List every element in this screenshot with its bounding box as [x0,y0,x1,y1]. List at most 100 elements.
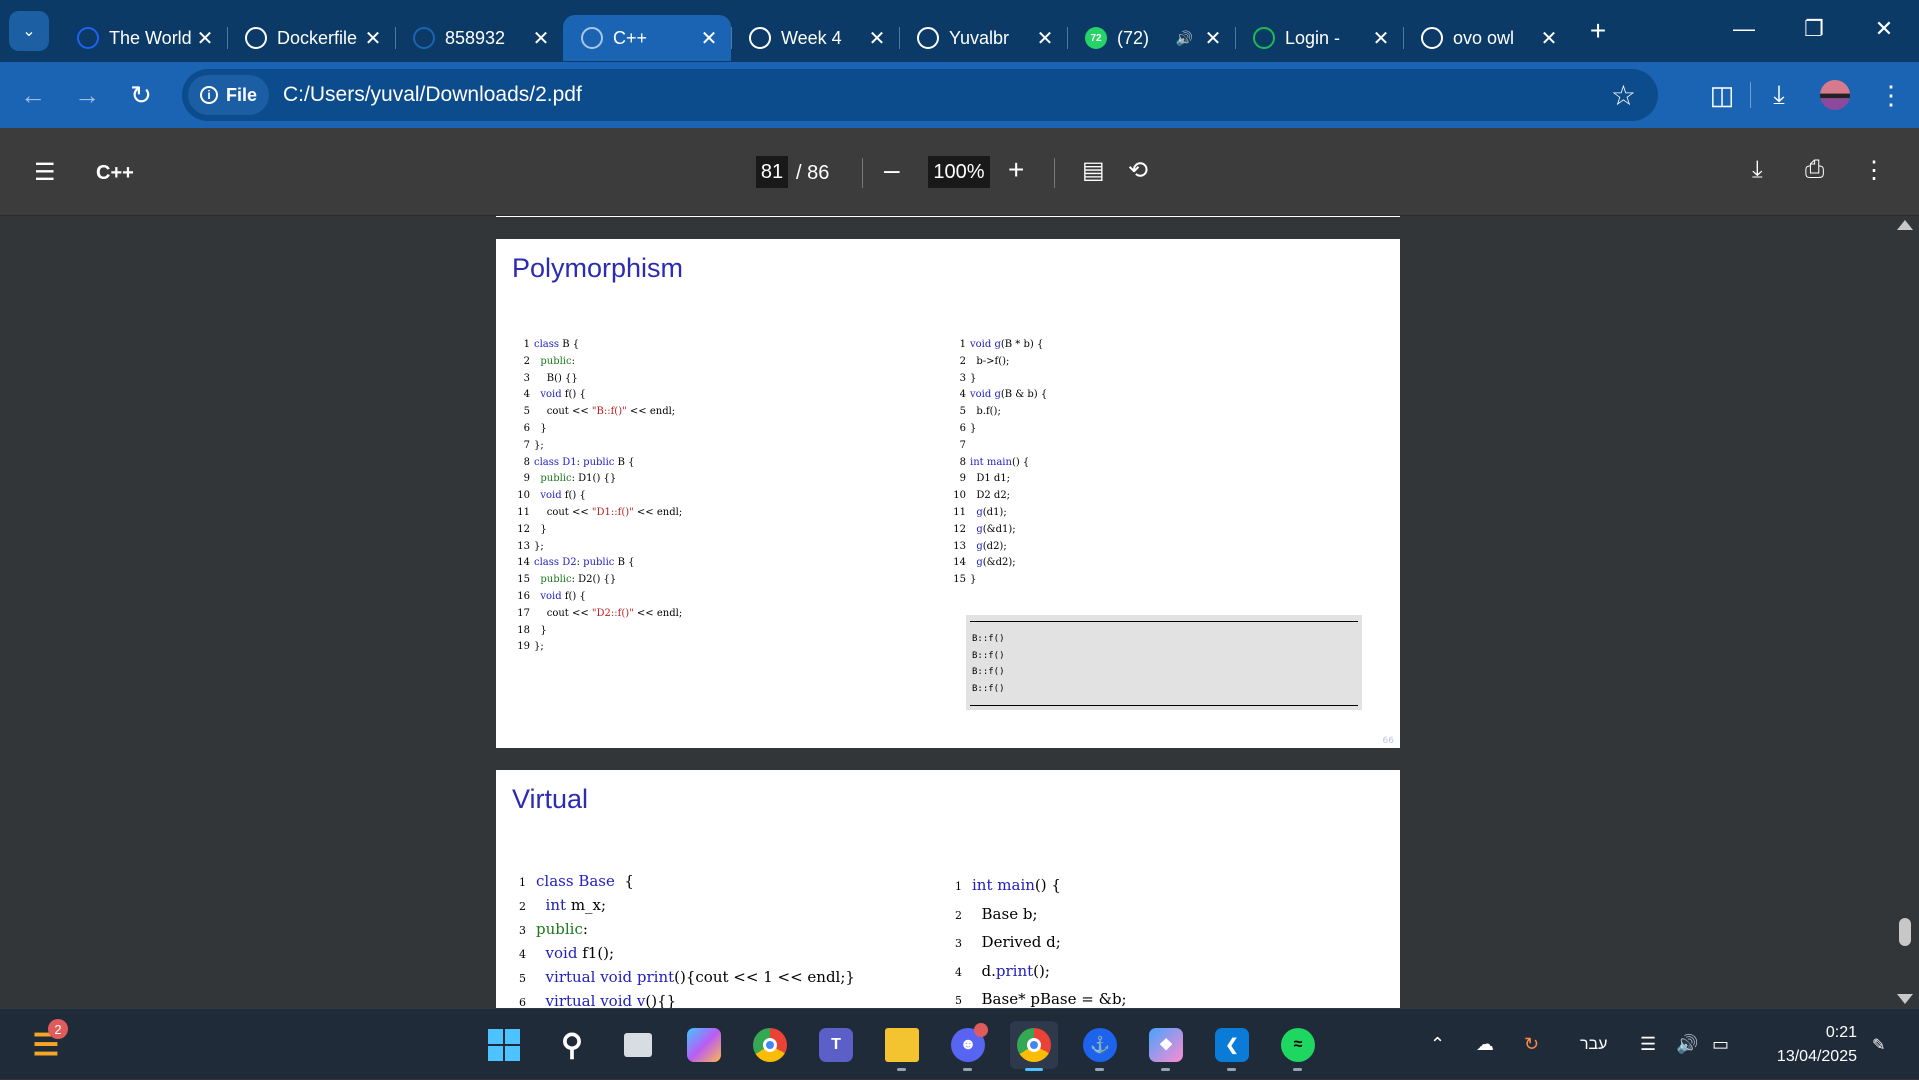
close-tab-icon[interactable]: ✕ [1371,26,1391,51]
code-text: class B { [534,339,580,350]
scroll-up-arrow-icon[interactable] [1897,220,1913,230]
discord-button[interactable]: ☻ [944,1021,992,1071]
language-indicator[interactable]: עבר [1580,1009,1607,1080]
url-text[interactable]: C:/Users/yuval/Downloads/2.pdf [283,83,582,107]
line-number: 8 [523,456,530,468]
vertical-scrollbar[interactable] [1891,216,1919,1008]
line-number: 10 [953,490,966,502]
site-info-chip[interactable]: i File [188,75,270,115]
teams-button[interactable]: T [812,1021,860,1069]
close-tab-icon[interactable]: ✕ [195,26,215,51]
browser-tab[interactable]: C++ ✕ [563,15,731,61]
rotate-icon[interactable]: ⟲ [1128,156,1148,185]
close-tab-icon[interactable]: ✕ [531,26,551,51]
line-number: 12 [953,523,966,535]
line-number: 7 [523,439,530,451]
start-button[interactable] [480,1021,528,1069]
docker-button[interactable]: ⚓ [1076,1021,1124,1071]
line-number: 4 [959,389,966,401]
code-line: 2 Base b; [952,901,1127,930]
close-window-button[interactable]: ✕ [1849,0,1919,58]
chrome-profile-button[interactable] [1010,1021,1058,1071]
wifi-icon[interactable]: ☰ [1640,1009,1656,1080]
code-text: B() {} [534,372,578,384]
browser-tab[interactable]: 858932 ✕ [395,15,563,61]
tab-search-button[interactable]: ⌄ [9,11,49,51]
line-number: 4 [955,965,962,979]
spotify-button[interactable]: ≈ [1274,1021,1322,1071]
close-tab-icon[interactable]: ✕ [699,26,719,51]
close-tab-icon[interactable]: ✕ [1035,26,1055,51]
copilot-button[interactable] [680,1021,728,1069]
browser-tab[interactable]: Dockerfile ✕ [227,15,395,61]
code-line: 6 } [516,421,682,438]
more-options-icon[interactable]: ⋮ [1862,156,1886,185]
close-tab-icon[interactable]: ✕ [363,26,383,51]
battery-icon[interactable]: ▭ [1712,1009,1729,1080]
download-icon[interactable]: ⤓ [1752,156,1763,184]
bookmark-star-icon[interactable]: ☆ [1611,79,1636,112]
code-line: 9 public: D1() {} [516,471,682,488]
hamburger-menu-icon[interactable]: ☰ [34,158,56,187]
toolbar-divider [862,158,863,188]
browser-menu-icon[interactable]: ⋮ [1863,68,1919,122]
pdf-viewer[interactable]: Polymorphism 1 class B {2 public: 3 B() {}… [0,216,1919,1008]
line-number: 5 [523,406,530,418]
minimize-button[interactable]: — [1709,0,1779,58]
file-explorer-button[interactable] [878,1021,926,1071]
show-hidden-icons-button[interactable]: ⌃ [1430,1009,1445,1080]
speaker-icon[interactable]: 🔊 [1176,30,1193,47]
volume-icon[interactable]: 🔊 [1676,1009,1698,1080]
zoom-in-button[interactable]: + [1008,154,1024,186]
browser-tab[interactable]: Week 4 ✕ [731,15,899,61]
page-number-input[interactable]: 81 [756,156,788,188]
browser-tab[interactable]: Yuvalbr ✕ [899,15,1067,61]
paint-button[interactable]: ❖ [1142,1021,1190,1071]
code-text: g(&d1); [976,523,1016,535]
back-button[interactable]: ← [6,68,60,122]
close-tab-icon[interactable]: ✕ [867,26,887,51]
scroll-down-arrow-icon[interactable] [1897,994,1913,1004]
browser-tab[interactable]: The World ✕ [59,15,227,61]
address-bar[interactable]: i File C:/Users/yuval/Downloads/2.pdf ☆ [182,69,1658,121]
program-output: B::f() B::f() B::f() B::f() [972,634,1005,694]
browser-tab[interactable]: ovo owl ✕ [1403,15,1571,61]
scrollbar-thumb[interactable] [1899,918,1911,946]
new-tab-button[interactable]: + [1583,15,1613,47]
task-view-button[interactable] [614,1021,662,1069]
code-line: 11 cout << "D1::f()" << endl; [516,505,682,522]
line-number: 6 [519,996,526,1008]
profile-avatar[interactable] [1807,68,1863,122]
print-icon[interactable]: ⎙ [1805,156,1824,184]
extensions-icon[interactable]: ◫ [1694,68,1750,122]
reload-button[interactable]: ↻ [114,68,168,122]
tab-title: Week 4 [781,27,842,48]
vscode-button[interactable]: ❮ [1208,1021,1256,1071]
notifications-icon[interactable]: ✎ [1872,1009,1885,1080]
chrome-button[interactable] [746,1021,794,1069]
code-line: 2 public: [516,354,682,371]
sync-icon[interactable]: ↻ [1524,1009,1539,1080]
line-number: 4 [519,948,526,961]
tab-title: 858932 [445,27,506,48]
close-tab-icon[interactable]: ✕ [1203,26,1223,51]
zoom-input[interactable]: 100% [928,156,990,188]
restore-button[interactable]: ❐ [1779,0,1849,58]
widgets-button[interactable]: ☰ 2 [22,1019,70,1069]
code-text: public: [540,355,575,367]
code-text: cout << "D2::f()" << endl; [534,607,683,619]
clock[interactable]: 0:21 13/04/2025 [1777,1021,1857,1069]
browser-tab[interactable]: Login - ✕ [1235,15,1403,61]
zoom-out-button[interactable]: – [884,154,900,186]
line-number: 2 [959,355,966,367]
close-tab-icon[interactable]: ✕ [1539,26,1559,51]
downloads-icon[interactable]: ⤓ [1751,68,1807,122]
forward-button[interactable]: → [60,68,114,122]
whatsapp-icon: 72 [1085,27,1107,49]
fit-page-icon[interactable]: ▤ [1082,156,1105,185]
code-line: 1 int main() { [952,872,1127,901]
browser-tab[interactable]: 72 (72) 🔊 ✕ [1067,15,1235,61]
search-button[interactable]: ⚲ [548,1021,596,1069]
previous-page-edge [496,216,1400,217]
onedrive-icon[interactable]: ☁ [1476,1009,1494,1080]
